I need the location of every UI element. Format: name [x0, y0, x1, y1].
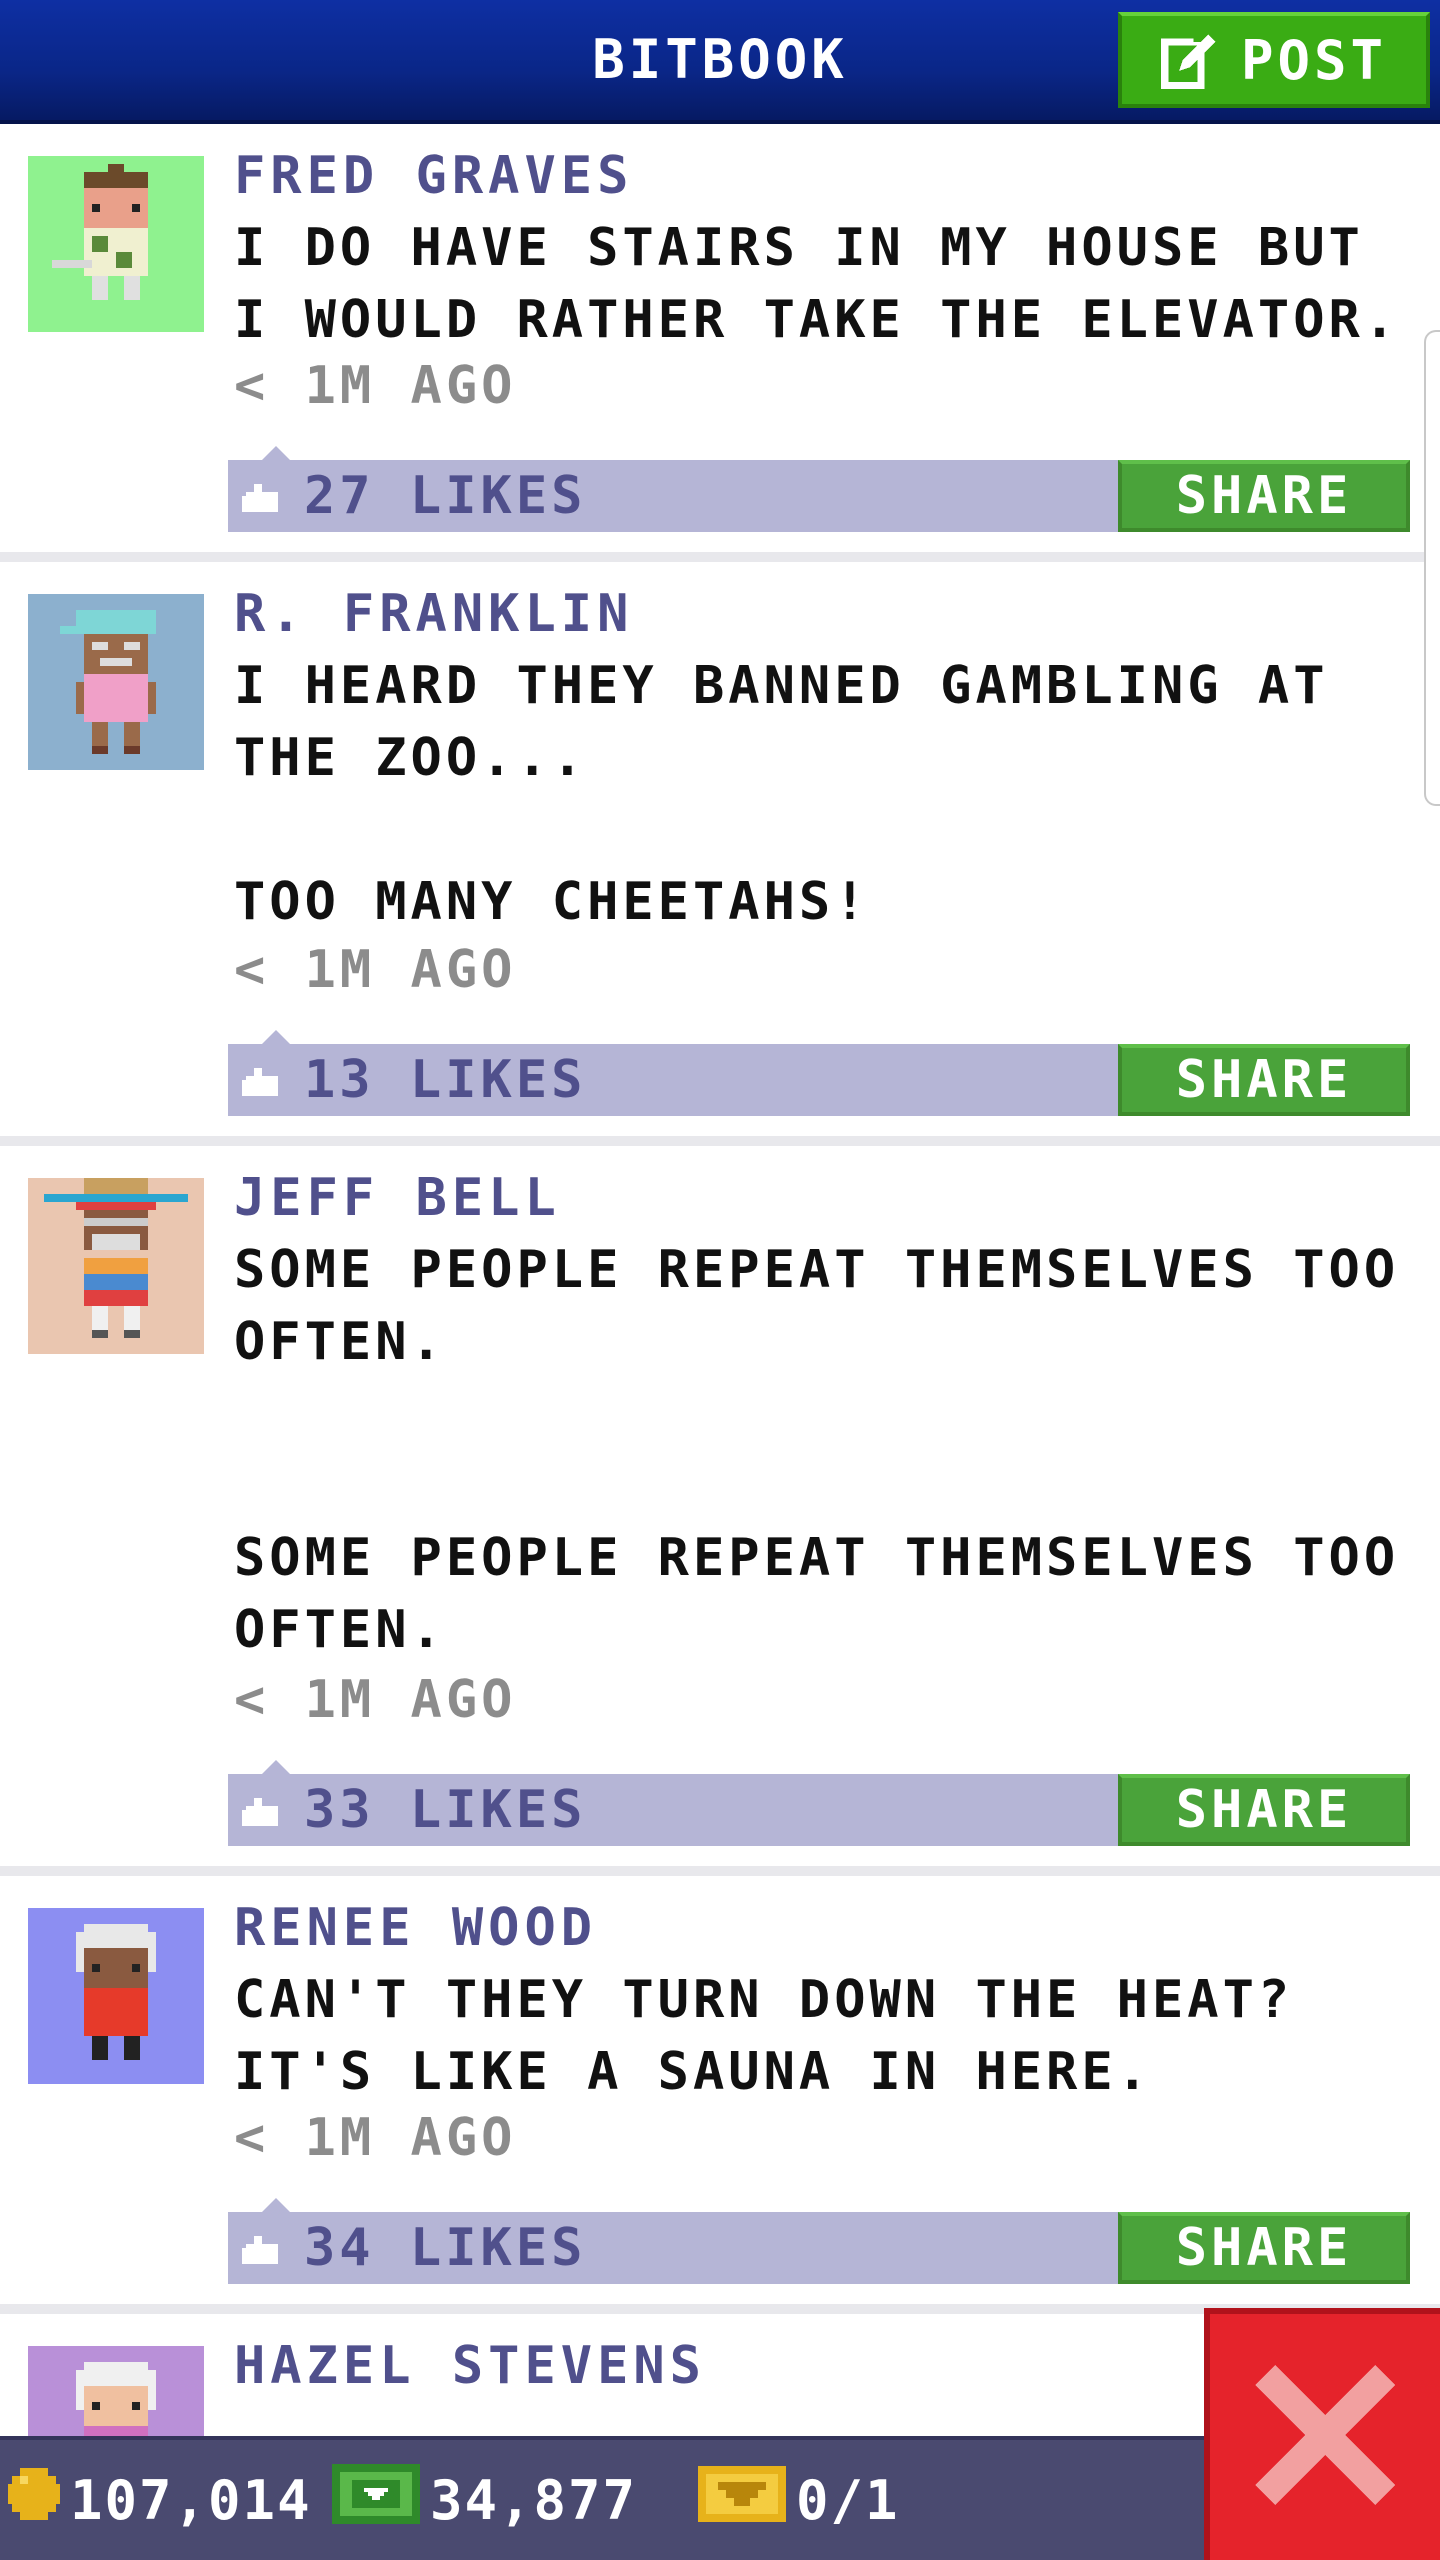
avatar[interactable]: [28, 594, 204, 770]
tickets-value: 0/1: [796, 2468, 900, 2532]
coins-counter: 107,014: [8, 2440, 312, 2560]
post-text: I DO HAVE STAIRS IN MY HOUSE BUT I WOULD…: [234, 218, 1400, 350]
feed-post: JEFF BELL SOME PEOPLE REPEAT THEMSELVES …: [0, 1146, 1440, 1876]
likes-bar: 27 LIKES SHARE: [228, 446, 1410, 532]
avatar[interactable]: [28, 1178, 204, 1354]
thumbs-up-icon[interactable]: [242, 1068, 282, 1100]
top-bar: BITBOOK POST: [0, 0, 1440, 124]
post-author[interactable]: JEFF BELL: [234, 1168, 561, 1228]
likes-notch: [262, 446, 290, 460]
bux-icon: [332, 2463, 420, 2537]
likes-count: 34 LIKES: [304, 2218, 587, 2278]
thumbs-up-icon[interactable]: [242, 484, 282, 516]
ticket-icon: [698, 2465, 786, 2535]
likes-count: 33 LIKES: [304, 1780, 587, 1840]
close-icon: [1255, 2365, 1395, 2509]
post-author[interactable]: HAZEL STEVENS: [234, 2336, 706, 2396]
post-divider: [0, 552, 1440, 562]
post-timestamp: < 1M AGO: [234, 940, 517, 1000]
share-button[interactable]: SHARE: [1118, 460, 1410, 532]
share-button[interactable]: SHARE: [1118, 1774, 1410, 1846]
feed-post: R. FRANKLIN I HEARD THEY BANNED GAMBLING…: [0, 562, 1440, 1146]
close-button[interactable]: [1204, 2308, 1440, 2560]
likes-notch: [262, 1760, 290, 1774]
thumbs-up-icon[interactable]: [242, 2236, 282, 2268]
post-author[interactable]: R. FRANKLIN: [234, 584, 633, 644]
post-divider: [0, 1136, 1440, 1146]
bux-value: 34,877: [430, 2468, 638, 2532]
scroll-handle[interactable]: [1424, 330, 1440, 806]
post-text: SOME PEOPLE REPEAT THEMSELVES TOO OFTEN.…: [234, 1240, 1400, 1660]
post-text: I HEARD THEY BANNED GAMBLING AT THE ZOO.…: [234, 656, 1329, 932]
likes-bar: 13 LIKES SHARE: [228, 1030, 1410, 1116]
tickets-counter: 0/1: [698, 2440, 900, 2560]
post-timestamp: < 1M AGO: [234, 356, 517, 416]
likes-count: 13 LIKES: [304, 1050, 587, 1110]
bux-counter: 34,877: [332, 2440, 637, 2560]
share-button[interactable]: SHARE: [1118, 1044, 1410, 1116]
post-author[interactable]: RENEE WOOD: [234, 1898, 597, 1958]
post-timestamp: < 1M AGO: [234, 2108, 517, 2168]
feed-post: RENEE WOOD CAN'T THEY TURN DOWN THE HEAT…: [0, 1876, 1440, 2314]
avatar[interactable]: [28, 1908, 204, 2084]
compose-icon: [1160, 31, 1219, 89]
likes-notch: [262, 2198, 290, 2212]
coin-icon: [8, 2467, 60, 2533]
share-button[interactable]: SHARE: [1118, 2212, 1410, 2284]
likes-notch: [262, 1030, 290, 1044]
coins-value: 107,014: [70, 2468, 312, 2532]
avatar[interactable]: [28, 156, 204, 332]
post-divider: [0, 1866, 1440, 1876]
feed-post: FRED GRAVES I DO HAVE STAIRS IN MY HOUSE…: [0, 124, 1440, 562]
post-button-label: POST: [1240, 28, 1388, 92]
likes-bar: 33 LIKES SHARE: [228, 1760, 1410, 1846]
post-author[interactable]: FRED GRAVES: [234, 146, 633, 206]
likes-count: 27 LIKES: [304, 466, 587, 526]
likes-bar: 34 LIKES SHARE: [228, 2198, 1410, 2284]
post-text: CAN'T THEY TURN DOWN THE HEAT? IT'S LIKE…: [234, 1970, 1329, 2102]
thumbs-up-icon[interactable]: [242, 1798, 282, 1830]
post-button[interactable]: POST: [1118, 12, 1430, 108]
post-timestamp: < 1M AGO: [234, 1670, 517, 1730]
